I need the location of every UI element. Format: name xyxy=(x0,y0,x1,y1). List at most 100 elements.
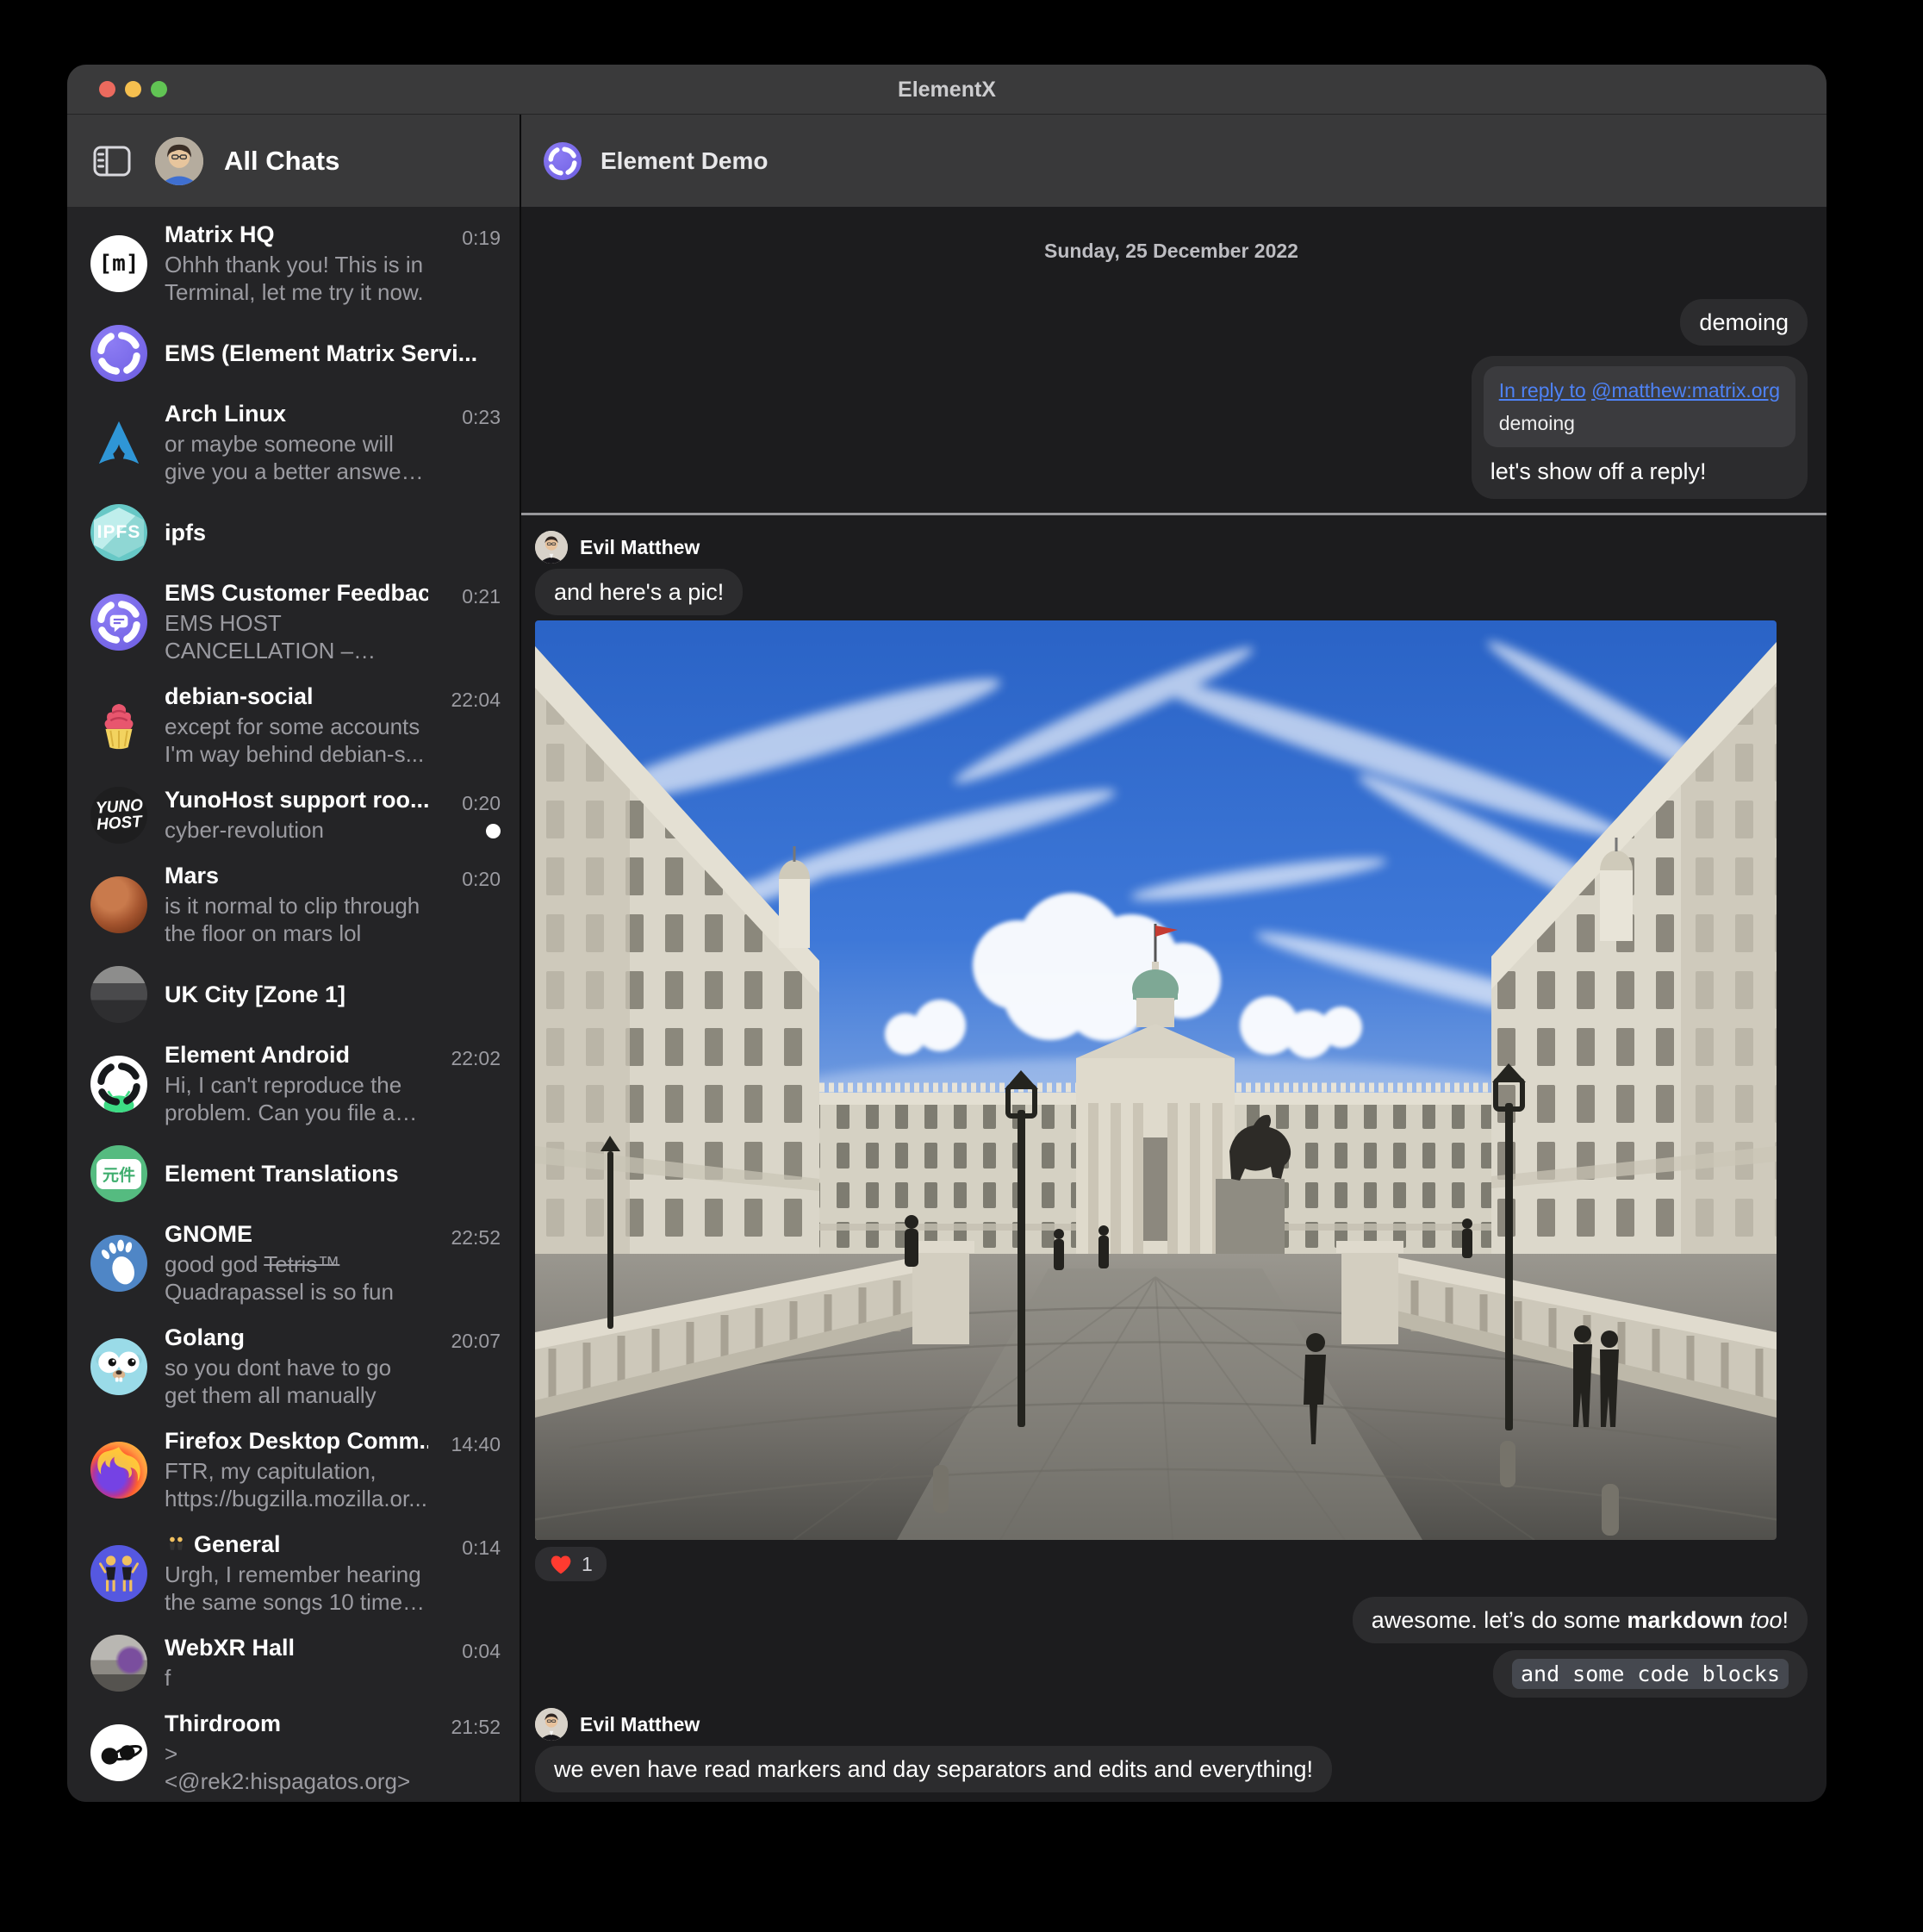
evil-matthew-portrait xyxy=(535,531,568,564)
room-timestamp: 22:04 xyxy=(451,689,501,712)
room-name: UK City [Zone 1] xyxy=(165,982,501,1008)
evil-matthew-portrait xyxy=(535,1708,568,1741)
sidebar-item-general[interactable]: General Urgh, I remember hearing the sam… xyxy=(67,1522,520,1625)
webxr-hall-avatar xyxy=(90,1635,147,1692)
message-incoming-pic-intro[interactable]: Evil Matthew and here's a pic! xyxy=(535,531,743,615)
app-window: ElementX xyxy=(67,65,1827,1802)
sidebar-item-yunohost[interactable]: YUNO HOST YunoHost support roo... cyber-… xyxy=(67,777,520,853)
room-name: GNOME xyxy=(165,1221,428,1248)
room-name: Firefox Desktop Comm... xyxy=(165,1428,428,1455)
room-name: General xyxy=(165,1531,428,1558)
in-reply-to-link[interactable]: In reply to xyxy=(1499,379,1586,402)
room-timestamp: 0:04 xyxy=(462,1640,501,1663)
yunohost-avatar: YUNO HOST xyxy=(90,787,147,844)
message-outgoing-code[interactable]: and some code blocks xyxy=(1493,1650,1808,1698)
chat-pane: Element Demo Sunday, 25 December 2022 de… xyxy=(521,115,1827,1802)
room-name: Mars xyxy=(165,863,428,889)
room-name: Golang xyxy=(165,1324,428,1351)
title-bar: ElementX xyxy=(67,65,1827,115)
room-name: Thirdroom xyxy=(165,1711,428,1737)
sidebar-item-uk-city[interactable]: UK City [Zone 1] xyxy=(67,957,520,1032)
sidebar-item-arch-linux[interactable]: Arch Linux or maybe someone will give yo… xyxy=(67,391,520,495)
gopher-icon xyxy=(90,1338,147,1395)
firefox-flame-icon xyxy=(90,1442,147,1499)
reaction-pill[interactable]: 1 xyxy=(535,1547,607,1581)
sidebar-item-golang[interactable]: Golang so you dont have to go get them a… xyxy=(67,1315,520,1418)
room-avatar xyxy=(544,142,582,180)
room-name: YunoHost support roo... xyxy=(165,787,428,813)
sidebar-item-firefox[interactable]: Firefox Desktop Comm... FTR, my capitula… xyxy=(67,1418,520,1522)
sidebar-item-ems-customer-feedback[interactable]: EMS Customer Feedbac... EMS HOST CANCELL… xyxy=(67,570,520,674)
room-timestamp: 22:02 xyxy=(451,1047,501,1070)
element-feedback-icon xyxy=(90,594,147,651)
sidebar-item-debian-social[interactable]: debian-social except for some accounts I… xyxy=(67,674,520,777)
gnome-avatar xyxy=(90,1235,147,1292)
element-logo-icon xyxy=(544,142,582,180)
thirdroom-avatar xyxy=(90,1724,147,1781)
matrix-hq-avatar: [m] xyxy=(90,235,147,292)
room-timestamp: 0:23 xyxy=(462,406,501,429)
golang-avatar xyxy=(90,1338,147,1395)
room-name: EMS Customer Feedbac... xyxy=(165,580,428,607)
room-preview: except for some accounts I'm way behind … xyxy=(165,713,428,768)
element-android-avatar xyxy=(90,1056,147,1112)
sidebar-item-webxr-hall[interactable]: WebXR Hall f 0:04 xyxy=(67,1625,520,1701)
unread-indicator xyxy=(486,824,501,838)
reply-user-link[interactable]: @matthew:matrix.org xyxy=(1591,379,1780,402)
room-timestamp: 0:14 xyxy=(462,1536,501,1560)
sidebar-item-mars[interactable]: Mars is it normal to clip through the fl… xyxy=(67,853,520,957)
sidebar-item-ipfs[interactable]: IPFS ipfs xyxy=(67,495,520,570)
room-preview: > <@rek2:hispagatos.org> xyxy=(165,1740,428,1795)
message-outgoing-markdown[interactable]: awesome. let’s do some markdown too! xyxy=(1353,1597,1808,1643)
uk-city-avatar xyxy=(90,966,147,1023)
sidebar-title: All Chats xyxy=(224,146,339,177)
room-timestamp: 21:52 xyxy=(451,1716,501,1739)
chat-header[interactable]: Element Demo xyxy=(521,115,1827,207)
message-outgoing-demoing[interactable]: demoing xyxy=(1680,299,1808,346)
room-preview: Ohhh thank you! This is in Terminal, let… xyxy=(165,251,428,306)
ringed-planet-icon xyxy=(92,1726,146,1779)
quoted-message: demoing xyxy=(1499,408,1780,439)
evil-matthew-avatar xyxy=(535,1708,568,1741)
ipfs-avatar: IPFS xyxy=(90,504,147,561)
room-title: Element Demo xyxy=(601,147,769,175)
room-preview: EMS HOST CANCELLATION – CUSTOMER FEEDBAC… xyxy=(165,609,428,664)
room-preview: Hi, I can't reproduce the problem. Can y… xyxy=(165,1071,428,1126)
message-outgoing-reply[interactable]: In reply to @matthew:matrix.org demoing … xyxy=(1472,356,1808,499)
room-name: Element Android xyxy=(165,1042,428,1069)
room-name: Matrix HQ xyxy=(165,221,428,248)
room-preview: good god Tetris™ Quadrapassel is so fun xyxy=(165,1250,428,1306)
sidebar-item-matrix-hq[interactable]: [m] Matrix HQ Ohhh thank you! This is in… xyxy=(67,212,520,315)
sidebar-item-element-android[interactable]: Element Android Hi, I can't reproduce th… xyxy=(67,1032,520,1136)
window-title: ElementX xyxy=(67,65,1827,115)
heart-icon xyxy=(549,1552,573,1576)
gnome-foot-icon xyxy=(90,1235,147,1292)
dancers-icon xyxy=(93,1548,145,1599)
element-android-icon xyxy=(90,1056,147,1112)
sidebar-item-thirdroom[interactable]: Thirdroom > <@rek2:hispagatos.org> 21:52 xyxy=(67,1701,520,1802)
firefox-avatar xyxy=(90,1442,147,1499)
room-timestamp: 0:20 xyxy=(462,868,501,891)
room-preview: or maybe someone will give you a better … xyxy=(165,430,428,485)
room-preview: f xyxy=(165,1664,428,1692)
photo-message-courtyard[interactable] xyxy=(535,620,1777,1540)
evil-matthew-avatar xyxy=(535,531,568,564)
ems-feedback-avatar xyxy=(90,594,147,651)
sidebar-item-ems[interactable]: EMS (Element Matrix Servi... xyxy=(67,315,520,391)
reply-quote[interactable]: In reply to @matthew:matrix.org demoing xyxy=(1484,366,1795,447)
message-incoming-outro[interactable]: Evil Matthew we even have read markers a… xyxy=(535,1708,1332,1792)
sidebar-toggle-icon[interactable] xyxy=(90,142,134,180)
composer xyxy=(535,1792,1808,1802)
room-timestamp: 0:21 xyxy=(462,585,501,608)
ems-avatar xyxy=(90,325,147,382)
mars-avatar xyxy=(90,876,147,933)
reaction-count: 1 xyxy=(582,1553,593,1576)
sidebar-item-gnome[interactable]: GNOME good god Tetris™ Quadrapassel is s… xyxy=(67,1212,520,1315)
sidebar-item-element-translations[interactable]: 元件 Element Translations xyxy=(67,1136,520,1212)
room-name: WebXR Hall xyxy=(165,1635,428,1661)
arch-linux-avatar xyxy=(90,414,147,471)
day-separator: Sunday, 25 December 2022 xyxy=(535,240,1808,263)
room-timestamp: 0:19 xyxy=(462,227,501,250)
sidebar: All Chats [m] Matrix HQ Ohhh thank you! … xyxy=(67,115,521,1802)
user-avatar[interactable] xyxy=(155,137,203,185)
